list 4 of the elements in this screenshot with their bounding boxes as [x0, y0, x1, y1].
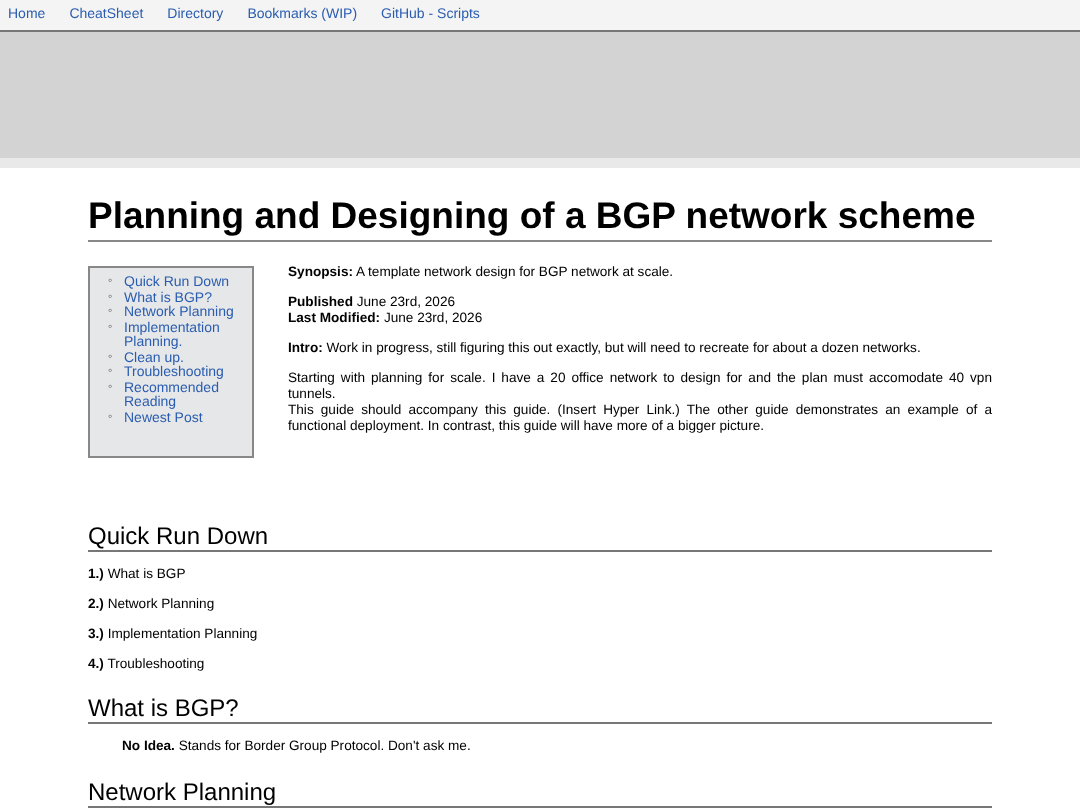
section-heading: Network Planning: [88, 778, 992, 808]
page-title: Planning and Designing of a BGP network scheme: [88, 194, 992, 242]
section-heading: What is BGP?: [88, 694, 992, 724]
section-heading: Quick Run Down: [88, 522, 992, 552]
